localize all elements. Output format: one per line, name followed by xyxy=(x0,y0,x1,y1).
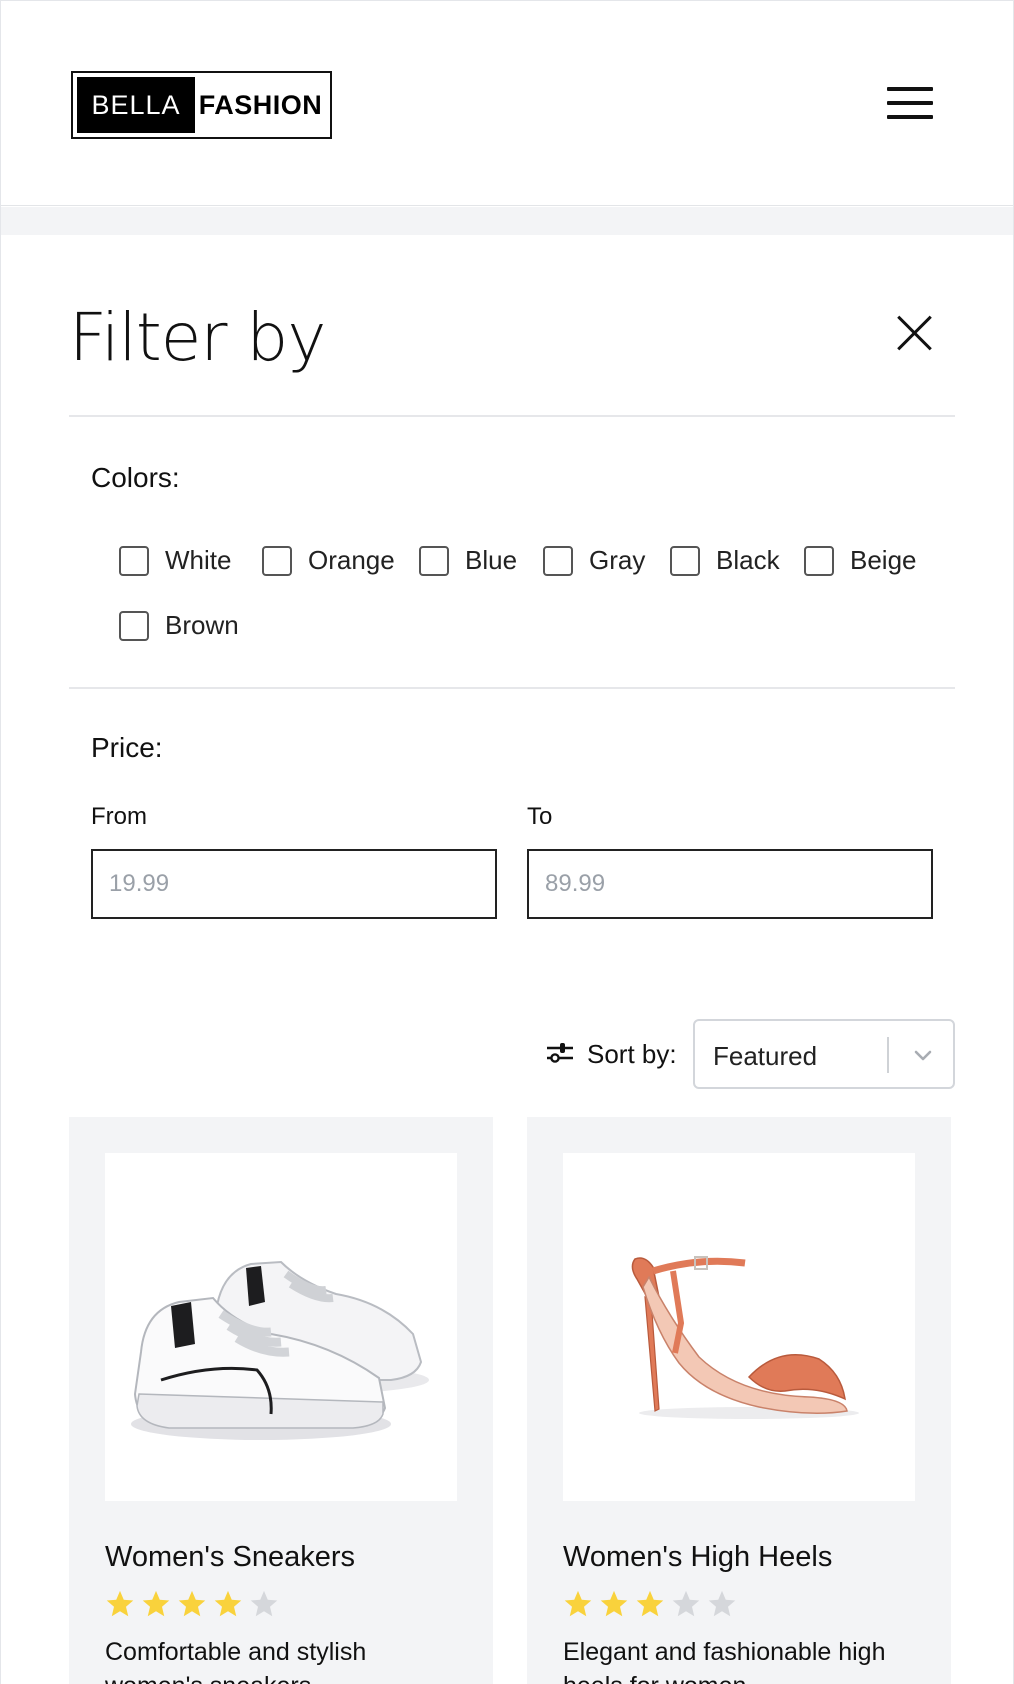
star-filled-icon xyxy=(142,1590,170,1617)
checkbox[interactable] xyxy=(804,545,834,576)
star-filled-icon xyxy=(214,1590,242,1617)
product-card[interactable]: Women's Sneakers Comfortable and stylish… xyxy=(69,1117,493,1684)
brand-logo[interactable]: BELLA FASHION xyxy=(71,71,332,139)
divider xyxy=(69,687,955,689)
star-empty-icon xyxy=(672,1590,700,1617)
product-description: Elegant and fashionable high heels for w… xyxy=(563,1638,886,1684)
checkbox[interactable] xyxy=(119,545,149,576)
chevron-down-icon xyxy=(914,1050,932,1061)
logo-text-fashion: FASHION xyxy=(198,89,323,120)
color-option-orange[interactable]: Orange xyxy=(262,545,395,576)
checkbox[interactable] xyxy=(262,545,292,576)
product-title[interactable]: Women's High Heels xyxy=(563,1541,832,1574)
price-to-input[interactable] xyxy=(527,849,933,919)
product-image[interactable] xyxy=(563,1153,915,1501)
color-option-beige[interactable]: Beige xyxy=(804,545,917,576)
page: BELLA FASHION Filter by Colors: White Or… xyxy=(0,0,1014,1684)
color-label: White xyxy=(165,545,232,575)
color-label: Beige xyxy=(850,545,917,575)
product-image[interactable] xyxy=(105,1153,457,1501)
color-option-black[interactable]: Black xyxy=(670,545,780,576)
color-option-gray[interactable]: Gray xyxy=(543,545,645,576)
checkbox[interactable] xyxy=(670,545,700,576)
star-filled-icon xyxy=(106,1590,134,1617)
product-card[interactable]: Women's High Heels Elegant and fashionab… xyxy=(527,1117,951,1684)
select-separator xyxy=(887,1037,889,1073)
color-label: Orange xyxy=(308,545,395,575)
high-heel-image xyxy=(631,1256,859,1419)
color-option-white[interactable]: White xyxy=(119,545,231,576)
color-label: Gray xyxy=(589,545,646,575)
color-option-brown[interactable]: Brown xyxy=(119,610,239,641)
star-filled-icon xyxy=(178,1590,206,1617)
close-icon[interactable] xyxy=(895,313,935,353)
sneaker-image xyxy=(131,1260,429,1440)
rating-stars xyxy=(563,1589,737,1619)
sort-select[interactable]: Featured xyxy=(693,1019,955,1089)
checkbox[interactable] xyxy=(543,545,573,576)
sort-selected-value: Featured xyxy=(713,1041,818,1071)
header-divider-band xyxy=(1,207,1013,235)
star-filled-icon xyxy=(636,1590,664,1617)
star-filled-icon xyxy=(564,1590,592,1617)
price-label: Price: xyxy=(91,732,163,763)
product-title[interactable]: Women's Sneakers xyxy=(105,1541,355,1574)
divider xyxy=(69,415,955,417)
logo-text-bella: BELLA xyxy=(77,77,195,133)
color-label: Blue xyxy=(465,545,518,575)
sliders-icon[interactable] xyxy=(545,1040,575,1066)
colors-label: Colors: xyxy=(91,462,180,493)
hamburger-menu-icon[interactable] xyxy=(887,87,935,121)
sort-by-label: Sort by: xyxy=(587,1039,677,1069)
star-empty-icon xyxy=(250,1590,278,1617)
rating-stars xyxy=(105,1589,279,1619)
product-description: Comfortable and stylish women's sneakers xyxy=(105,1638,367,1684)
site-header: BELLA FASHION xyxy=(1,1,1013,206)
color-option-blue[interactable]: Blue xyxy=(419,545,517,576)
star-empty-icon xyxy=(708,1590,736,1617)
checkbox[interactable] xyxy=(119,610,149,641)
color-label: Black xyxy=(716,545,780,575)
star-filled-icon xyxy=(600,1590,628,1617)
price-from-label: From xyxy=(91,803,147,830)
price-from-input[interactable] xyxy=(91,849,497,919)
filter-title: Filter by xyxy=(69,299,326,376)
color-label: Brown xyxy=(165,610,239,640)
price-to-label: To xyxy=(527,803,553,830)
checkbox[interactable] xyxy=(419,545,449,576)
